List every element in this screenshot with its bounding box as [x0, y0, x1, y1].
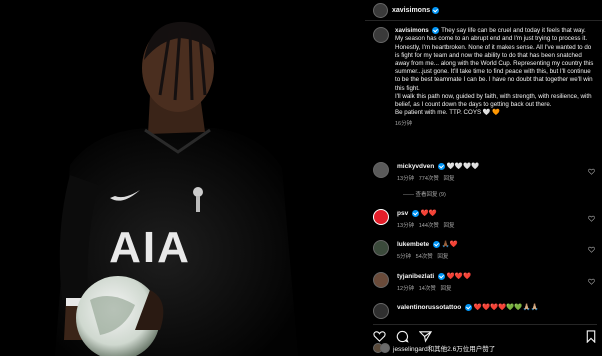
- jersey-sponsor-text: AIA: [109, 223, 191, 272]
- liker-avatar: [380, 343, 390, 353]
- comment-time: 13分钟: [397, 223, 415, 229]
- like-comment-heart-icon[interactable]: [588, 246, 595, 253]
- player-photo-illustration: AIA: [0, 0, 365, 356]
- comment-reply-button[interactable]: 回复: [444, 176, 455, 182]
- comment-likes[interactable]: 774次赞: [419, 176, 439, 182]
- comment-time: 5分钟: [397, 254, 412, 260]
- verified-badge-icon: [432, 6, 440, 14]
- verified-badge-icon: [465, 303, 473, 311]
- comment-item: lukembete 🙏🏾❤️ 5分钟 54次赞 回复: [373, 240, 595, 260]
- comment-username[interactable]: mickyvdven: [397, 163, 434, 170]
- post-caption: xavisimons They say life can be cruel an…: [365, 21, 602, 129]
- verified-badge-icon: [432, 27, 440, 34]
- comment-reply-button[interactable]: 回复: [440, 286, 451, 292]
- comment-avatar[interactable]: [373, 240, 389, 256]
- caption-username[interactable]: xavisimons: [395, 27, 429, 34]
- post-action-bar: [373, 324, 597, 343]
- like-comment-heart-icon[interactable]: [588, 168, 595, 175]
- author-avatar[interactable]: [373, 2, 388, 18]
- comment-time: 13分钟: [397, 176, 415, 182]
- author-username[interactable]: xavisimons: [392, 7, 430, 14]
- comment-text: 🤍🤍🤍🤍: [446, 163, 480, 170]
- comment-text: 🙏🏾❤️: [441, 241, 458, 248]
- caption-avatar[interactable]: [373, 27, 389, 43]
- comment-item: tyjanibezlati ❤️❤️❤️ 12分钟 14次赞 回复: [373, 272, 595, 292]
- comment-username[interactable]: psv: [397, 210, 408, 217]
- caption-paragraph-3: Be patient with me. TTP. COYS 🤍 🧡: [395, 109, 500, 117]
- like-comment-heart-icon[interactable]: [588, 215, 595, 222]
- like-comment-heart-icon[interactable]: [588, 278, 595, 285]
- comment-avatar[interactable]: [373, 272, 389, 288]
- view-replies-link[interactable]: —— 查看回复 (9): [403, 190, 479, 198]
- comment-likes[interactable]: 144次赞: [419, 223, 439, 229]
- verified-badge-icon: [438, 272, 446, 280]
- post-header: xavisimons: [365, 0, 602, 21]
- save-bookmark-icon[interactable]: [585, 329, 597, 343]
- comment-text: ❤️❤️❤️❤️💚💚🙏🏼🙏🏼: [473, 304, 539, 311]
- post-side-panel: xavisimons xavisimons They say life can …: [365, 0, 602, 356]
- verified-badge-icon: [438, 162, 446, 170]
- comment-username[interactable]: tyjanibezlati: [397, 273, 434, 280]
- comment-item: mickyvdven 🤍🤍🤍🤍 13分钟 774次赞 回复 —— 查看回复 (9…: [373, 162, 595, 198]
- comment-avatar[interactable]: [373, 303, 389, 319]
- comment-item: psv ❤️❤️ 13分钟 144次赞 回复: [373, 209, 595, 229]
- like-heart-icon[interactable]: [373, 330, 386, 343]
- caption-text: xavisimons They say life can be cruel an…: [395, 27, 594, 129]
- caption-body: They say life can be cruel and today it …: [395, 27, 594, 92]
- comment-avatar[interactable]: [373, 162, 389, 178]
- comment-time: 12分钟: [397, 286, 415, 292]
- caption-paragraph-2: I'll walk this path now, guided by faith…: [395, 92, 592, 108]
- comment-username[interactable]: lukembete: [397, 241, 429, 248]
- caption-time: 16分钟: [395, 121, 413, 128]
- comment-username[interactable]: valentinorussotattoo: [397, 304, 461, 311]
- likes-text: jesselingard和其他2.6万位用户赞了: [393, 346, 496, 353]
- comment-reply-button[interactable]: 回复: [437, 254, 448, 260]
- comment-item: valentinorussotattoo ❤️❤️❤️❤️💚💚🙏🏼🙏🏼: [373, 303, 595, 319]
- verified-badge-icon: [412, 209, 420, 217]
- comment-bubble-icon[interactable]: [396, 330, 409, 343]
- share-send-icon[interactable]: [419, 330, 432, 343]
- comment-likes[interactable]: 54次赞: [416, 254, 433, 260]
- comment-avatar[interactable]: [373, 209, 389, 225]
- comment-text: ❤️❤️: [420, 210, 438, 217]
- verified-badge-icon: [432, 240, 440, 248]
- comment-text: ❤️❤️❤️: [446, 273, 472, 280]
- likes-summary[interactable]: jesselingard和其他2.6万位用户赞了: [373, 343, 495, 353]
- comment-likes[interactable]: 14次赞: [419, 286, 436, 292]
- post-photo[interactable]: AIA: [0, 0, 365, 356]
- comment-reply-button[interactable]: 回复: [444, 223, 455, 229]
